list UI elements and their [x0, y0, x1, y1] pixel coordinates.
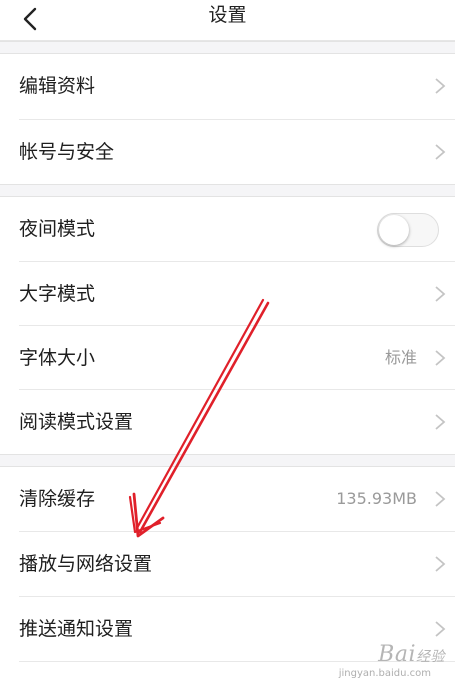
settings-row-playback-network[interactable]: 播放与网络设置	[0, 532, 455, 596]
row-label: 播放与网络设置	[19, 553, 153, 575]
settings-row-edit-profile[interactable]: 编辑资料	[0, 54, 455, 118]
row-label: 推送通知设置	[19, 618, 134, 640]
settings-row-account-security[interactable]: 帐号与安全	[0, 120, 455, 184]
settings-row-reading-mode[interactable]: 阅读模式设置	[0, 390, 455, 454]
settings-row-clear-cache[interactable]: 清除缓存 135.93MB	[0, 467, 455, 531]
night-mode-toggle[interactable]	[377, 213, 439, 247]
row-label: 字体大小	[19, 347, 96, 369]
section-gap	[0, 41, 455, 54]
row-label: 夜间模式	[19, 218, 96, 240]
section-gap	[0, 454, 455, 467]
settings-row-font-size[interactable]: 字体大小 标准	[0, 326, 455, 390]
chevron-right-icon	[435, 621, 446, 637]
chevron-right-icon	[435, 414, 446, 430]
settings-row-night-mode: 夜间模式	[0, 197, 455, 261]
watermark-url: jingyan.baidu.com	[338, 668, 431, 679]
row-value: 标准	[384, 348, 417, 367]
chevron-right-icon	[435, 286, 446, 302]
chevron-right-icon	[435, 78, 446, 94]
row-label: 大字模式	[19, 283, 96, 305]
row-label: 清除缓存	[19, 488, 96, 510]
row-value: 135.93MB	[336, 489, 417, 508]
chevron-right-icon	[435, 556, 446, 572]
toggle-knob	[379, 215, 409, 245]
baidu-jingyan-watermark: Bai经验	[378, 642, 445, 667]
row-label: 编辑资料	[19, 75, 96, 97]
section-gap	[0, 184, 455, 197]
row-label: 帐号与安全	[19, 141, 115, 163]
row-label: 阅读模式设置	[19, 411, 134, 433]
chevron-right-icon	[435, 144, 446, 160]
page-title: 设置	[208, 4, 247, 26]
chevron-right-icon	[435, 350, 446, 366]
nav-header: 设置	[0, 0, 455, 41]
chevron-right-icon	[435, 491, 446, 507]
settings-row-large-text[interactable]: 大字模式	[0, 262, 455, 326]
